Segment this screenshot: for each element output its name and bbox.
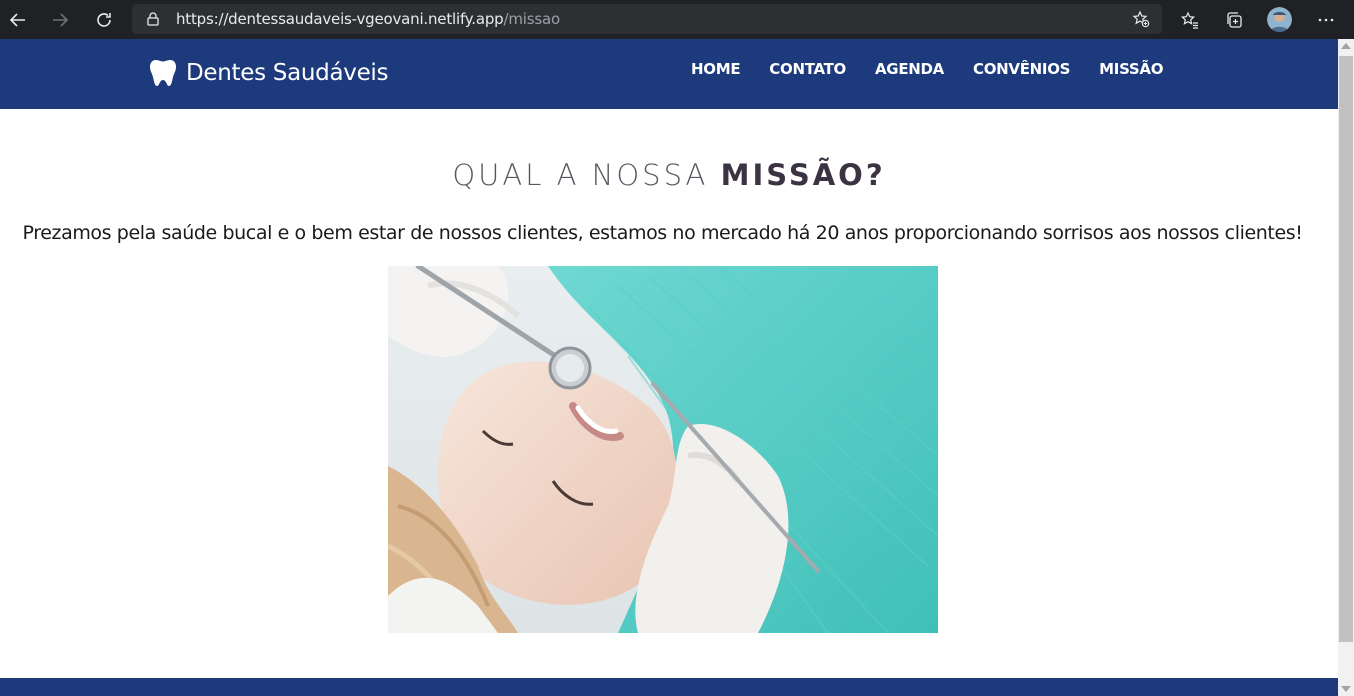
footer [0,678,1338,696]
scroll-up-icon[interactable] [1341,43,1351,49]
back-button[interactable] [0,0,36,39]
scrollbar-thumb[interactable] [1339,56,1353,642]
mission-description: Prezamos pela saúde bucal e o bem estar … [22,222,1303,244]
more-icon [1318,18,1334,21]
address-bar[interactable]: https://dentessaudaveis-vgeovani.netlify… [132,4,1162,34]
add-favorite-icon[interactable] [1132,10,1150,28]
profile-avatar-icon [1267,7,1292,32]
dentist-patient-image [388,266,938,633]
page-title-light: QUAL A NOSSA [452,158,721,192]
reload-icon [97,12,111,27]
avatar[interactable] [1267,7,1292,32]
nav-link-missao[interactable]: MISSÃO [1099,60,1163,78]
main-menu: HOME CONTATO AGENDA CONVÊNIOS MISSÃO [691,60,1192,78]
tooth-icon [150,60,176,86]
forward-button[interactable] [42,0,78,39]
nav-link-convenios[interactable]: CONVÊNIOS [973,60,1070,78]
reload-button[interactable] [86,0,122,39]
favorites-button[interactable] [1172,0,1208,39]
page-title-bold: MISSÃO? [720,158,886,192]
url-path: /missao [503,10,561,28]
arrow-left-icon [9,12,25,27]
url-base: https://dentessaudaveis-vgeovani.netlify… [176,10,504,28]
arrow-right-icon [53,12,69,27]
nav-link-home[interactable]: HOME [691,60,741,78]
url-text: https://dentessaudaveis-vgeovani.netlify… [176,10,560,28]
collections-button[interactable] [1216,0,1252,39]
dental-care-photo [388,266,938,633]
scroll-down-icon[interactable] [1341,686,1351,692]
page-title: QUAL A NOSSA MISSÃO? [0,158,1338,192]
site-navbar: Dentes Saudáveis HOME CONTATO AGENDA CON… [0,39,1338,109]
browser-toolbar: https://dentessaudaveis-vgeovani.netlify… [0,0,1354,39]
favorites-icon [1181,11,1198,29]
lock-icon [147,12,159,26]
nav-link-contato[interactable]: CONTATO [769,60,846,78]
collections-icon [1227,11,1242,28]
settings-menu-button[interactable] [1308,0,1344,39]
nav-link-agenda[interactable]: AGENDA [875,60,944,78]
brand-name: Dentes Saudáveis [186,60,389,86]
page-content: Dentes Saudáveis HOME CONTATO AGENDA CON… [0,39,1338,696]
brand[interactable]: Dentes Saudáveis [150,59,389,87]
